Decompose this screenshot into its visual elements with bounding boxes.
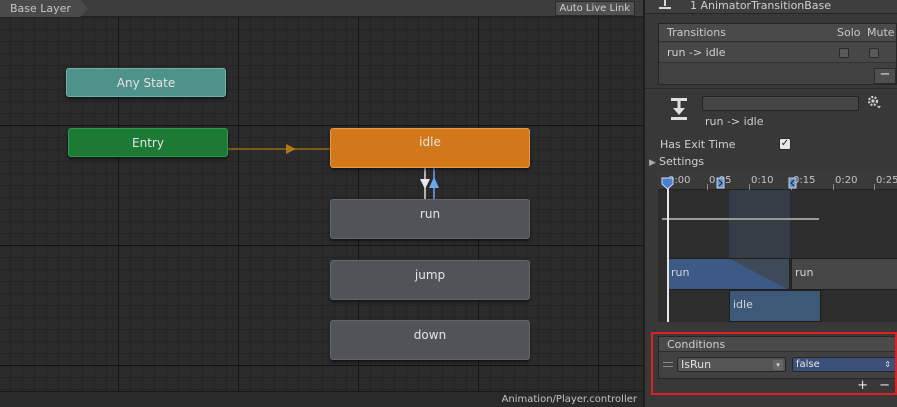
- tick-label: 0:20: [835, 175, 858, 186]
- conditions-header: Conditions: [659, 337, 897, 352]
- mute-header-label: Mute: [867, 26, 895, 39]
- idle-to-run-arrowhead: [420, 179, 430, 189]
- state-jump[interactable]: jump: [330, 260, 530, 300]
- condition-value-dropdown[interactable]: false ⇕: [792, 357, 896, 372]
- transition-down-arrow-icon: [671, 98, 687, 120]
- transition-start-marker-icon[interactable]: [716, 177, 725, 189]
- drag-handle-icon[interactable]: [663, 362, 673, 367]
- state-run[interactable]: run: [330, 199, 530, 239]
- transition-icon: [659, 0, 671, 9]
- clip-idle-label: idle: [733, 298, 753, 311]
- clip-run-source-label: run: [671, 266, 690, 279]
- state-idle[interactable]: idle: [330, 128, 530, 168]
- conditions-title: Conditions: [667, 338, 726, 351]
- inspector-header: 1 AnimatorTransitionBase: [645, 0, 897, 14]
- timeline-curve-line: [662, 218, 819, 220]
- foldout-arrow-icon: ▶: [649, 158, 656, 168]
- gear-icon[interactable]: [866, 94, 882, 110]
- clip-run-continued[interactable]: run: [791, 258, 897, 290]
- inspector-panel: 1 AnimatorTransitionBase Transitions Sol…: [643, 0, 897, 407]
- inspector-title: 1 AnimatorTransitionBase: [690, 0, 832, 12]
- mute-checkbox[interactable]: [869, 48, 879, 58]
- settings-label: Settings: [659, 155, 705, 168]
- timeline-playhead[interactable]: [667, 180, 669, 322]
- condition-value: false: [796, 359, 820, 370]
- state-entry[interactable]: Entry: [68, 128, 228, 157]
- clip-run-continued-label: run: [795, 266, 814, 279]
- controller-path: Animation/Player.controller: [501, 394, 637, 405]
- tick-label: 0:10: [751, 175, 774, 186]
- settings-foldout[interactable]: ▶ Settings: [649, 155, 704, 168]
- entry-to-idle-arrowhead: [286, 144, 296, 154]
- transition-detail: run -> idle: [645, 88, 897, 134]
- has-exit-time-checkbox[interactable]: ✓: [779, 138, 791, 150]
- playhead-handle-icon[interactable]: [661, 177, 674, 190]
- status-bar: Animation/Player.controller: [0, 391, 643, 407]
- transitions-header-label: Transitions: [667, 26, 726, 39]
- remove-condition-button[interactable]: −: [879, 379, 890, 393]
- condition-parameter-dropdown[interactable]: IsRun ▾: [677, 357, 786, 372]
- transition-timeline[interactable]: 0:00 0:05 0:10 0:15 0:20 0:25 run run id…: [658, 172, 897, 322]
- tick-mark: [833, 184, 834, 190]
- updown-arrow-icon: ⇕: [884, 360, 891, 369]
- transition-end-marker-icon[interactable]: [788, 177, 797, 189]
- tick-label: 0:25: [876, 175, 897, 186]
- clip-idle-destination[interactable]: idle: [729, 290, 821, 322]
- add-condition-button[interactable]: +: [857, 379, 868, 393]
- remove-transition-button[interactable]: −: [874, 68, 896, 84]
- state-down[interactable]: down: [330, 320, 530, 360]
- transition-detail-label: run -> idle: [705, 115, 764, 128]
- timeline-ruler: 0:00 0:05 0:10 0:15 0:20 0:25: [658, 172, 897, 190]
- has-exit-time-label: Has Exit Time: [660, 138, 736, 151]
- solo-header-label: Solo: [837, 26, 861, 39]
- transition-row-label: run -> idle: [667, 46, 726, 59]
- tick-mark: [874, 184, 875, 190]
- conditions-list: Conditions IsRun ▾ false ⇕: [658, 336, 897, 379]
- transition-list-row[interactable]: run -> idle: [659, 43, 896, 63]
- clip-run-source[interactable]: run: [667, 258, 790, 290]
- conditions-footer: + −: [658, 379, 897, 394]
- state-any-state[interactable]: Any State: [66, 68, 226, 97]
- condition-row[interactable]: IsRun ▾ false ⇕: [659, 353, 897, 377]
- condition-parameter-value: IsRun: [681, 358, 712, 371]
- transitions-list-header: Transitions Solo Mute: [659, 24, 896, 42]
- dropdown-arrow-icon: ▾: [773, 360, 783, 370]
- tick-mark: [707, 184, 708, 190]
- run-to-idle-arrowhead: [429, 177, 439, 188]
- transitions-list: Transitions Solo Mute run -> idle −: [658, 23, 897, 85]
- animator-graph[interactable]: Base Layer Auto Live Link Any State Entr…: [0, 0, 643, 407]
- transition-name-field[interactable]: [702, 96, 859, 111]
- transition-arrows: [228, 144, 439, 199]
- solo-checkbox[interactable]: [839, 48, 849, 58]
